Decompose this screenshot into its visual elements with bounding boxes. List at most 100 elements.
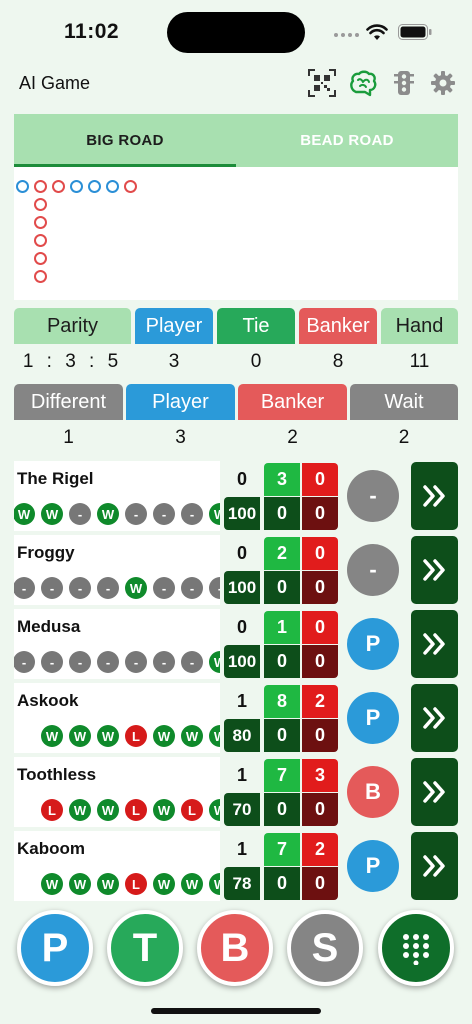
history-chip: L [125, 799, 147, 821]
battery-icon [398, 24, 432, 40]
stat-predict-player-label: Player [126, 384, 235, 420]
double-chevron-right-icon [422, 633, 445, 655]
stat-wait-label: Wait [350, 384, 458, 420]
history-chip: W [181, 725, 203, 747]
double-chevron-right-icon [422, 559, 445, 581]
road-bead [88, 180, 101, 193]
bot-streak-losses: 0 [302, 793, 338, 826]
bot-count: 1 [236, 691, 247, 711]
history-chip: - [125, 503, 147, 525]
qr-code-icon[interactable] [307, 68, 337, 98]
bot-follow-button[interactable] [411, 758, 458, 826]
bot-follow-button[interactable] [411, 684, 458, 752]
nav-bar: AI Game [0, 62, 472, 106]
bot-prediction: - [347, 544, 399, 596]
history-chip: W [209, 725, 220, 747]
bot-card: Medusa --------W [14, 609, 220, 679]
bot-card: Froggy----W--- [14, 535, 220, 605]
history-chip: W [153, 725, 175, 747]
bot-count: 1 [236, 839, 247, 859]
history-chip: - [14, 577, 35, 599]
bot-row: AskookWWWLWWW1808200P [14, 683, 458, 753]
bot-streak-wins: 0 [264, 719, 300, 752]
stat-wait-value: 2 [398, 427, 410, 448]
bot-follow-button[interactable] [411, 832, 458, 900]
bot-card: ToothlessLWWLWLW [14, 757, 220, 827]
history-chip: W [69, 799, 91, 821]
big-road-grid [14, 167, 458, 300]
page-title: AI Game [19, 73, 91, 93]
status-bar: 11:02 [0, 0, 472, 60]
bot-name: Medusa [17, 617, 81, 636]
traffic-light-icon[interactable] [389, 68, 419, 98]
stat-different-label: Different [14, 384, 123, 420]
bot-streak-losses: 0 [302, 571, 338, 604]
history-chip: - [153, 651, 175, 673]
tie-bet-button[interactable]: T [107, 910, 183, 986]
stat-predict-banker-value: 2 [287, 427, 298, 448]
player-bet-button[interactable]: P [17, 910, 93, 986]
history-chip: W [69, 873, 91, 895]
stat-hand: Hand 11 [381, 308, 458, 380]
bot-follow-button[interactable] [411, 610, 458, 678]
bot-accuracy: 100 [224, 645, 260, 678]
bot-accuracy: 80 [224, 719, 260, 752]
history-chip: W [181, 873, 203, 895]
stat-player: Player 3 [135, 308, 213, 380]
double-chevron-right-icon [422, 707, 445, 729]
history-chip: W [153, 799, 175, 821]
history-chip: - [69, 503, 91, 525]
bot-streak-wins: 0 [264, 645, 300, 678]
bot-streak-losses: 0 [302, 497, 338, 530]
tab-bead-road[interactable]: BEAD ROAD [236, 114, 458, 167]
bot-follow-button[interactable] [411, 536, 458, 604]
bot-history: WW-W---W [14, 501, 220, 527]
road-tabs: BIG ROAD BEAD ROAD [14, 114, 458, 167]
history-chip: - [97, 651, 119, 673]
bot-wins: 3 [264, 463, 300, 496]
stat-player-value: 3 [168, 351, 180, 372]
history-chip: W [153, 873, 175, 895]
history-chip: W [97, 873, 119, 895]
bot-count: 1 [236, 765, 247, 785]
dynamic-island [167, 12, 305, 53]
brain-icon[interactable] [348, 68, 378, 98]
skip-button[interactable]: S [287, 910, 363, 986]
bot-history: --------W [14, 649, 220, 675]
history-chip: - [69, 651, 91, 673]
stat-different-value: 1 [63, 427, 74, 448]
history-chip: W [41, 873, 63, 895]
bot-streak-wins: 0 [264, 497, 300, 530]
gear-icon[interactable] [428, 68, 458, 98]
history-chip: W [41, 725, 63, 747]
bot-accuracy: 100 [224, 571, 260, 604]
bot-row: KaboomWWWLWWW1787200P [14, 831, 458, 901]
stat-parity-label: Parity [14, 308, 131, 344]
road-bead [34, 234, 47, 247]
bot-streak-losses: 0 [302, 719, 338, 752]
bot-row: The RigelWW-W---W01003000- [14, 461, 458, 531]
history-chip: W [97, 503, 119, 525]
banker-bet-button[interactable]: B [197, 910, 273, 986]
history-chip: W [209, 799, 220, 821]
history-chip: L [125, 873, 147, 895]
bot-follow-button[interactable] [411, 462, 458, 530]
bot-history: WWWLWWW [14, 723, 220, 749]
bot-row: Medusa--------W01001000P [14, 609, 458, 679]
road-bead [70, 180, 83, 193]
road-bead [52, 180, 65, 193]
history-chip: L [125, 725, 147, 747]
bot-losses: 2 [302, 685, 338, 718]
tab-big-road[interactable]: BIG ROAD [14, 114, 236, 167]
road-bead [34, 216, 47, 229]
bot-losses: 0 [302, 611, 338, 644]
stat-tie-value: 0 [250, 351, 262, 372]
keypad-button[interactable] [378, 910, 454, 986]
stat-hand-label: Hand [381, 308, 458, 344]
history-chip: W [69, 725, 91, 747]
bot-wins: 7 [264, 833, 300, 866]
road-bead [34, 270, 47, 283]
history-chip: W [209, 651, 220, 673]
history-chip: W [125, 577, 147, 599]
history-chip: W [97, 799, 119, 821]
